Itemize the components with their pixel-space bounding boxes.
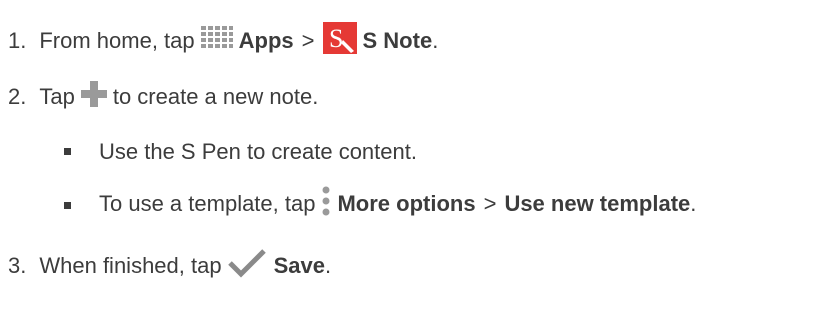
- use-new-template-label: Use new template: [504, 191, 691, 216]
- more-options-label: More options: [337, 191, 476, 216]
- step-3: 3. When finished, tap Save .: [8, 246, 331, 286]
- bullet-text: Use the S Pen to create content.: [99, 139, 417, 164]
- step-2: 2. Tap to create a new note.: [8, 79, 318, 115]
- period: .: [324, 253, 332, 278]
- plus-icon: [79, 79, 109, 115]
- separator: >: [301, 28, 315, 53]
- bullet-2: To use a template, tap More options > Us…: [99, 184, 696, 224]
- bullet-1: Use the S Pen to create content.: [99, 134, 417, 170]
- save-label: Save: [273, 253, 325, 278]
- step-text-after: to create a new note.: [112, 84, 319, 109]
- step-text: From home, tap: [39, 28, 195, 53]
- step-text: Tap: [39, 84, 75, 109]
- bullet-text: To use a template, tap: [99, 191, 316, 216]
- step-1: 1. From home, tap Apps > S S Note .: [8, 22, 439, 60]
- separator: >: [483, 191, 497, 216]
- s-note-icon: S: [322, 22, 357, 60]
- svg-text:S: S: [329, 24, 343, 53]
- more-options-icon: [321, 186, 331, 222]
- step-number: 2.: [8, 84, 27, 109]
- s-note-label: S Note: [362, 28, 433, 53]
- step-number: 3.: [8, 253, 27, 278]
- bullet-marker: [64, 148, 71, 155]
- bullet-marker: [64, 202, 71, 209]
- period: .: [690, 191, 697, 216]
- apps-grid-icon: [200, 25, 233, 57]
- step-text: When finished, tap: [39, 253, 222, 278]
- apps-label: Apps: [238, 28, 294, 53]
- checkmark-icon: [227, 248, 266, 284]
- period: .: [432, 28, 439, 53]
- step-number: 1.: [8, 28, 27, 53]
